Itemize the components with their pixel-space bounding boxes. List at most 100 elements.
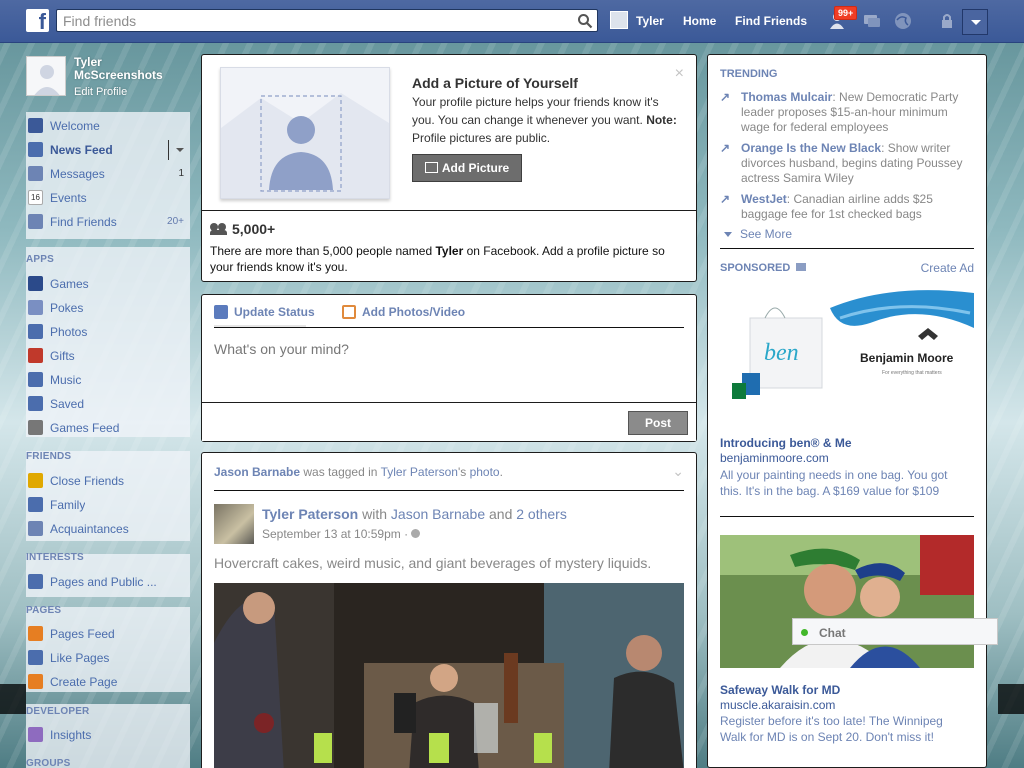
story-options-chevron-icon[interactable]: ⌄ (672, 463, 684, 480)
sidebar-item-label: Create Page (50, 675, 118, 689)
section-heading-interests[interactable]: INTERESTS (26, 552, 84, 563)
ad-title[interactable]: Introducing ben® & Me (720, 436, 852, 450)
divider (214, 490, 684, 491)
create-ad-link[interactable]: Create Ad (921, 261, 974, 275)
messages-icon[interactable] (862, 12, 882, 30)
status-input[interactable] (214, 341, 684, 357)
pages-feed-icon (28, 626, 43, 641)
close-icon[interactable]: × (675, 65, 684, 83)
sponsored-label: SPONSORED (720, 262, 791, 274)
profile-avatar-icon[interactable] (610, 11, 628, 29)
sidebar-item-games[interactable]: Games (26, 272, 190, 296)
sidebar-item-label: Pokes (50, 301, 84, 315)
see-more-link[interactable]: See More (720, 227, 792, 241)
composer-footer: Post (202, 402, 696, 441)
find-friends-link[interactable]: Find Friends (735, 14, 807, 28)
safeway-walk-ad-image (720, 535, 974, 668)
photo-link[interactable]: photo (470, 465, 500, 479)
section-heading-developer[interactable]: DEVELOPER (26, 706, 89, 717)
trend-topic[interactable]: Thomas Mulcair (741, 90, 832, 104)
sidebar-item-insights[interactable]: Insights (26, 723, 190, 747)
party-photo-image (214, 583, 684, 768)
trending-item[interactable]: ↗ Thomas Mulcair: New Democratic Party l… (720, 90, 978, 135)
tagged-friend-link[interactable]: Jason Barnabe (391, 506, 485, 522)
avatar[interactable] (26, 56, 66, 96)
prompt-note-label: Note: (646, 113, 677, 127)
profile-link[interactable]: Tyler (636, 14, 664, 28)
sidebar-item-acquaintances[interactable]: Acquaintances (26, 517, 190, 541)
create-page-icon (28, 674, 43, 689)
trending-heading: TRENDING (720, 68, 778, 80)
profile-picture-prompt: Add a Picture of Yourself Your profile p… (201, 54, 697, 282)
sidebar-item-photos[interactable]: Photos (26, 320, 190, 344)
others-link[interactable]: 2 others (516, 506, 567, 522)
actor-name-link[interactable]: Tyler Paterson (262, 506, 358, 522)
privacy-icon[interactable] (939, 12, 959, 30)
sidebar-item-messages[interactable]: Messages 1 (26, 162, 190, 186)
settings-menu-button[interactable] (962, 9, 988, 35)
profile-picture-placeholder[interactable] (220, 67, 390, 199)
messages-icon (28, 166, 43, 181)
sidebar-item-pages-and-public[interactable]: Pages and Public ... (26, 570, 190, 594)
ad-title[interactable]: Safeway Walk for MD (720, 683, 840, 697)
sidebar-item-close-friends[interactable]: Close Friends (26, 469, 190, 493)
section-heading-friends[interactable]: FRIENDS (26, 451, 71, 462)
chat-label: Chat (819, 626, 846, 640)
search-icon[interactable] (577, 13, 593, 29)
story-timestamp[interactable]: September 13 at 10:59pm · (262, 527, 421, 541)
story-photo[interactable] (214, 583, 684, 768)
sidebar-item-label: Insights (50, 728, 92, 742)
sidebar-item-music[interactable]: Music (26, 368, 190, 392)
messages-count: 1 (178, 168, 184, 179)
sidebar-item-like-pages[interactable]: Like Pages (26, 646, 190, 670)
ad-text[interactable]: All your painting needs in one bag. You … (720, 467, 970, 499)
sidebar-item-pages-feed[interactable]: Pages Feed (26, 622, 190, 646)
trend-topic[interactable]: WestJet (741, 192, 787, 206)
sidebar-item-games-feed[interactable]: Games Feed (26, 416, 190, 440)
sidebar-item-find-friends[interactable]: Find Friends 20+ (26, 210, 190, 234)
right-column: TRENDING ↗ Thomas Mulcair: New Democrati… (707, 54, 987, 768)
sidebar-item-news-feed[interactable]: News Feed (26, 138, 190, 162)
trending-item[interactable]: ↗ WestJet: Canadian airline adds $25 bag… (720, 192, 978, 222)
games-icon (28, 276, 43, 291)
ad-text[interactable]: Register before it's too late! The Winni… (720, 713, 970, 745)
tab-add-photos[interactable]: Add Photos/Video (342, 305, 465, 319)
avatar[interactable] (214, 504, 254, 544)
trend-topic[interactable]: Orange Is the New Black (741, 141, 881, 155)
sidebar-item-events[interactable]: 16 Events (26, 186, 190, 210)
sidebar-item-pokes[interactable]: Pokes (26, 296, 190, 320)
facebook-logo[interactable]: f (26, 9, 49, 32)
timestamp-text: September 13 at 10:59pm · (262, 527, 412, 541)
section-heading-apps[interactable]: APPS (26, 254, 54, 265)
sidebar-profile-name[interactable]: Tyler McScreenshots (74, 56, 184, 82)
ad-domain[interactable]: muscle.akaraisin.com (720, 698, 835, 712)
tab-update-status[interactable]: Update Status (214, 305, 315, 319)
pokes-icon (28, 300, 43, 315)
edit-profile-link[interactable]: Edit Profile (74, 86, 127, 98)
sidebar-item-family[interactable]: Family (26, 493, 190, 517)
chevron-down-icon[interactable] (176, 148, 184, 152)
trending-item[interactable]: ↗ Orange Is the New Black: Show writer d… (720, 141, 978, 186)
chat-bar[interactable]: Chat (792, 618, 998, 645)
add-picture-button[interactable]: Add Picture (412, 154, 522, 182)
notifications-icon[interactable] (893, 12, 913, 30)
home-link[interactable]: Home (683, 14, 716, 28)
section-heading-groups[interactable]: GROUPS (26, 758, 71, 768)
ad-image[interactable]: Benjamin Moore For everything that matte… (720, 288, 974, 408)
sidebar-item-gifts[interactable]: Gifts (26, 344, 190, 368)
sidebar-item-saved[interactable]: Saved (26, 392, 190, 416)
post-button[interactable]: Post (628, 411, 688, 435)
find-friends-icon (28, 214, 43, 229)
search-input[interactable] (57, 10, 557, 31)
family-icon (28, 497, 43, 512)
actor-link[interactable]: Jason Barnabe (214, 465, 300, 479)
ad-domain[interactable]: benjaminmoore.com (720, 451, 829, 465)
sidebar-item-create-page[interactable]: Create Page (26, 670, 190, 694)
ad-image[interactable] (720, 535, 974, 668)
status-composer: Update Status Add Photos/Video Post (201, 294, 697, 442)
divider (720, 248, 974, 249)
sponsored-heading: SPONSORED (720, 262, 807, 274)
section-heading-pages[interactable]: PAGES (26, 605, 61, 616)
sidebar-item-welcome[interactable]: Welcome (26, 114, 190, 138)
owner-link[interactable]: Tyler Paterson (381, 465, 458, 479)
